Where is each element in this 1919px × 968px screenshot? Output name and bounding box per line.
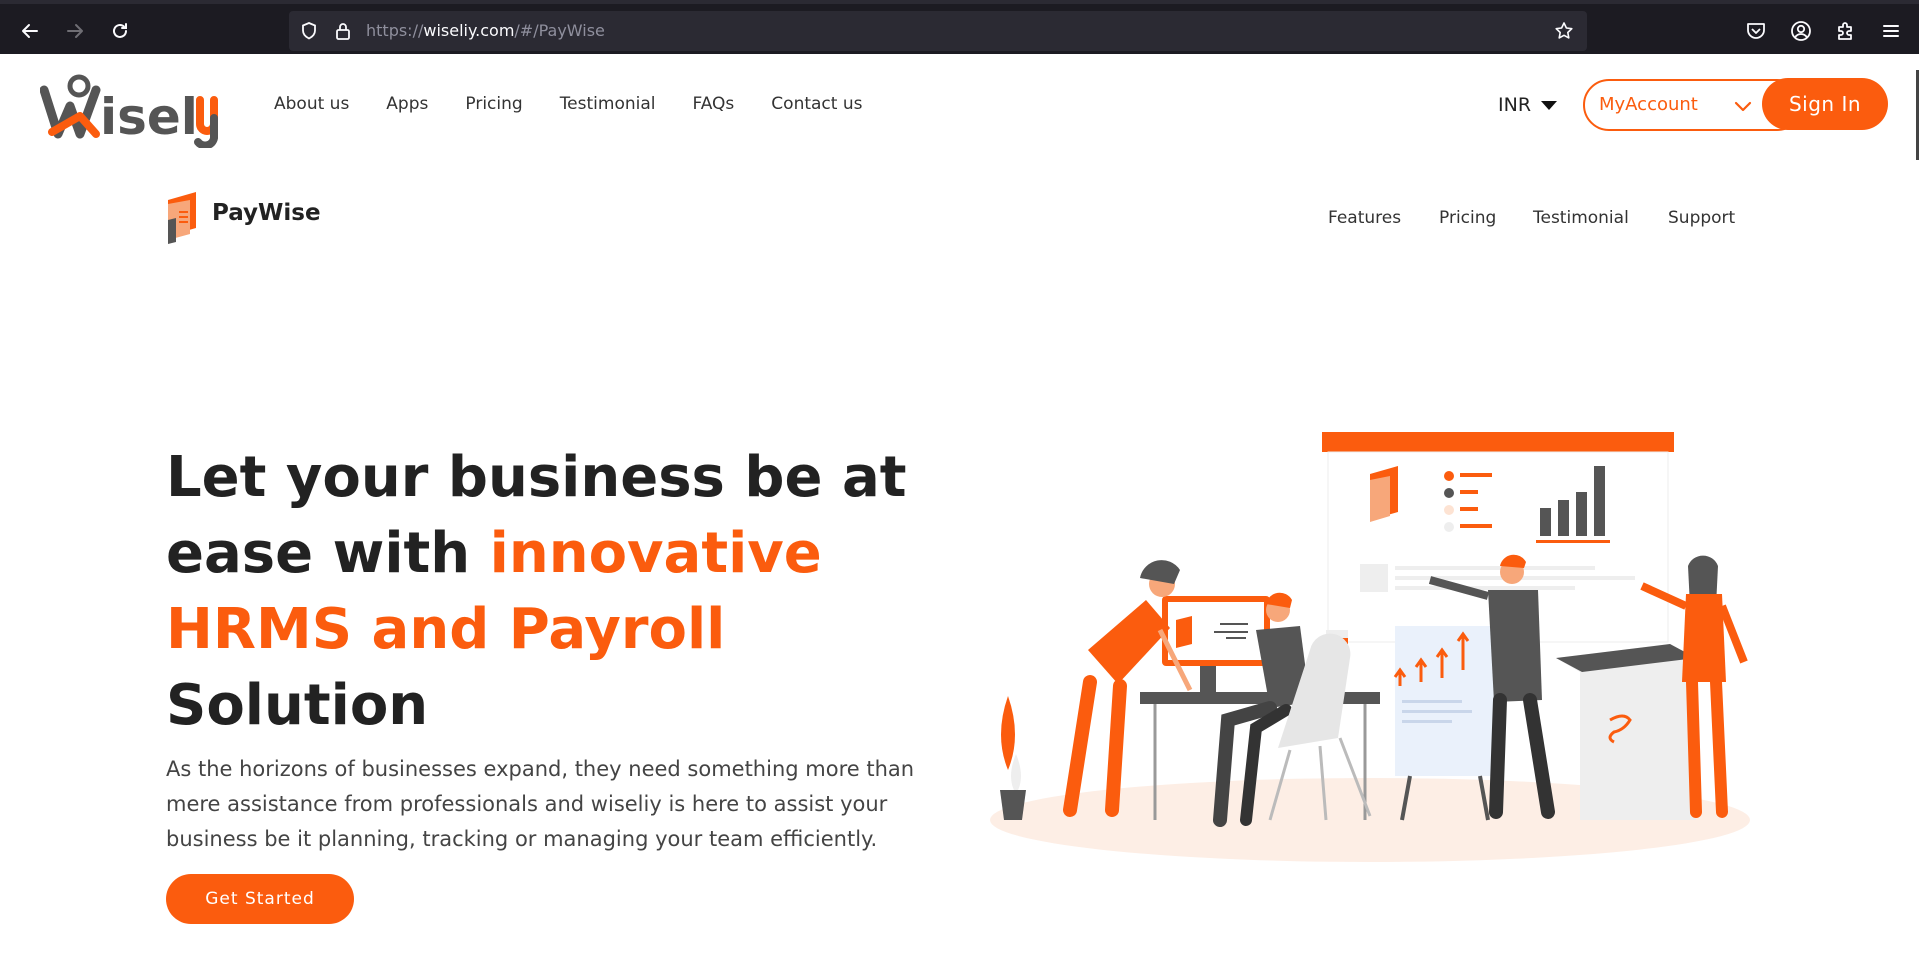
hero-title-part2: Solution — [166, 673, 429, 738]
reload-icon[interactable] — [106, 17, 134, 45]
forward-arrow-icon[interactable] — [61, 17, 89, 45]
product-name[interactable]: PayWise — [212, 200, 321, 226]
url-prefix: https:// — [366, 21, 424, 40]
hero-illustration — [970, 420, 1760, 870]
get-started-button[interactable]: Get Started — [166, 874, 354, 924]
url-bar[interactable]: https://wiseliy.com/#/PayWise — [289, 11, 1587, 51]
browser-toolbar: https://wiseliy.com/#/PayWise — [0, 0, 1919, 54]
nav-contact-us[interactable]: Contact us — [771, 94, 862, 114]
subnav-pricing[interactable]: Pricing — [1439, 208, 1496, 228]
url-domain: wiseliy.com — [423, 21, 515, 40]
wiseliy-logo[interactable]: isel — [39, 68, 240, 150]
nav-about-us[interactable]: About us — [274, 94, 349, 114]
hero-description: As the horizons of businesses expand, th… — [166, 757, 915, 851]
currency-label: INR — [1498, 94, 1532, 116]
menu-icon[interactable] — [1879, 19, 1903, 43]
site-header: isel About us Apps Pricing Testimonial F… — [0, 54, 1919, 158]
sign-in-button[interactable]: Sign In — [1762, 78, 1888, 130]
hero-title: Let your business be at ease with innova… — [166, 440, 926, 744]
subnav-testimonial[interactable]: Testimonial — [1533, 208, 1629, 228]
pocket-icon[interactable] — [1744, 19, 1768, 43]
lock-icon[interactable] — [333, 21, 353, 41]
svg-text:isel: isel — [100, 88, 198, 146]
main-nav: About us Apps Pricing Testimonial FAQs C… — [274, 94, 899, 114]
url-text[interactable]: https://wiseliy.com/#/PayWise — [366, 21, 605, 40]
subnav-features[interactable]: Features — [1328, 208, 1401, 228]
account-icon[interactable] — [1789, 19, 1813, 43]
nav-pricing[interactable]: Pricing — [465, 94, 522, 114]
nav-apps[interactable]: Apps — [386, 94, 428, 114]
nav-testimonial[interactable]: Testimonial — [560, 94, 656, 114]
shield-icon[interactable] — [299, 21, 319, 41]
back-arrow-icon[interactable] — [16, 17, 44, 45]
nav-faqs[interactable]: FAQs — [693, 94, 735, 114]
chevron-down-icon — [1732, 95, 1754, 117]
paywise-logo-icon[interactable] — [166, 190, 202, 244]
subnav-support[interactable]: Support — [1668, 208, 1735, 228]
caret-down-icon — [1541, 100, 1558, 110]
star-icon[interactable] — [1554, 21, 1574, 41]
myaccount-label: MyAccount — [1599, 94, 1698, 115]
currency-selector[interactable]: INR — [1498, 94, 1558, 116]
extensions-icon[interactable] — [1834, 19, 1858, 43]
url-path: /#/PayWise — [514, 21, 605, 40]
